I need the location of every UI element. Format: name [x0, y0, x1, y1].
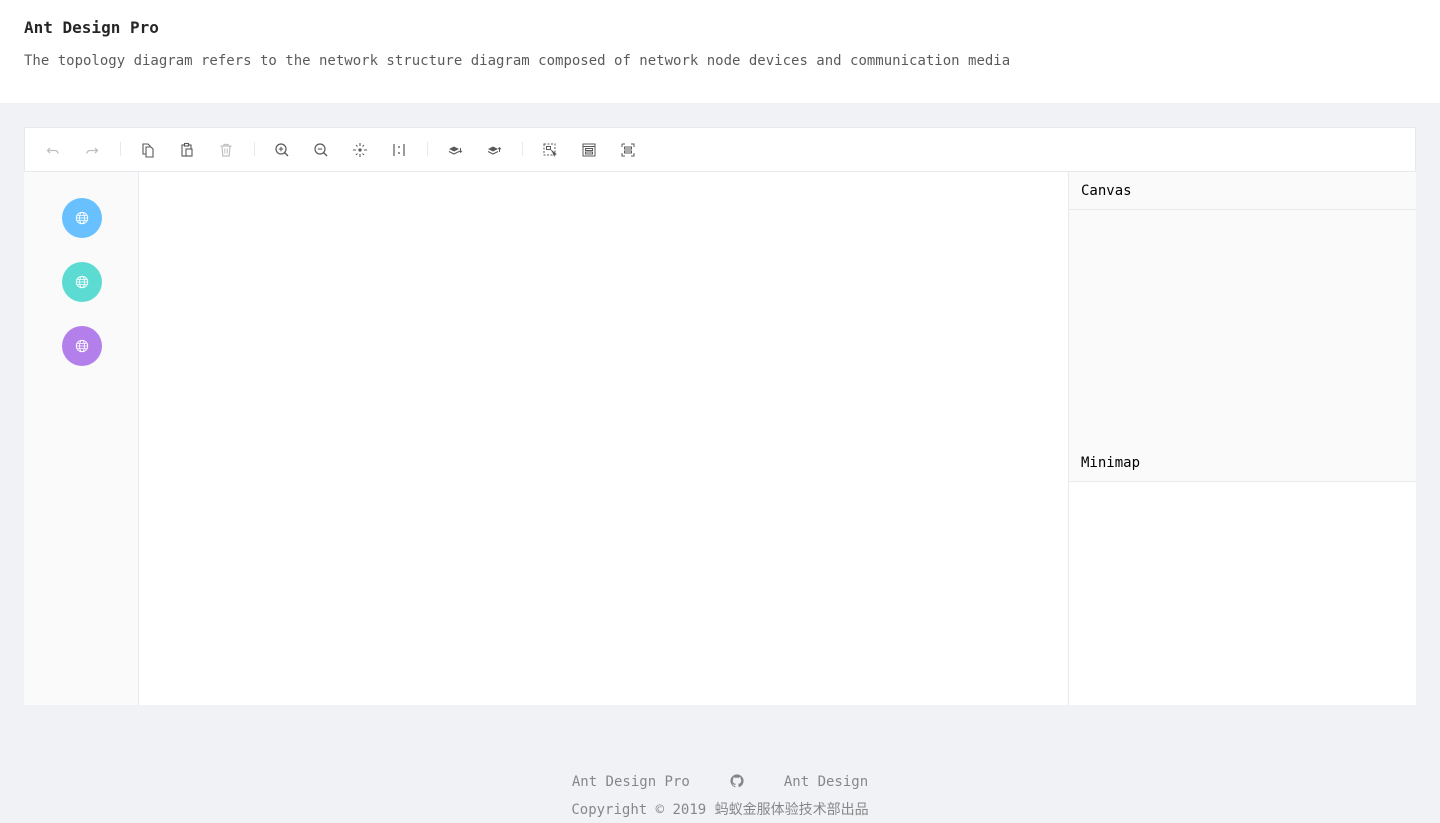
- delete-icon[interactable]: [215, 139, 237, 161]
- footer-link-ant-design[interactable]: Ant Design: [784, 774, 868, 790]
- copy-icon[interactable]: [137, 139, 159, 161]
- auto-fit-icon[interactable]: [349, 139, 371, 161]
- github-icon[interactable]: [730, 774, 744, 790]
- item-panel: [24, 172, 139, 705]
- toolbar-divider: [427, 142, 428, 156]
- globe-icon: [75, 211, 89, 225]
- add-group-icon[interactable]: [578, 139, 600, 161]
- network-node-purple[interactable]: [62, 326, 102, 366]
- page-description: The topology diagram refers to the netwo…: [24, 53, 1011, 69]
- globe-icon: [75, 275, 89, 289]
- toolbar: [24, 127, 1416, 172]
- minimap[interactable]: [1069, 482, 1416, 705]
- multi-select-icon[interactable]: [539, 139, 561, 161]
- paste-icon[interactable]: [176, 139, 198, 161]
- zoom-in-icon[interactable]: [271, 139, 293, 161]
- detail-panel: Canvas Minimap: [1068, 172, 1416, 705]
- globe-icon: [75, 339, 89, 353]
- network-node-blue[interactable]: [62, 198, 102, 238]
- ungroup-icon[interactable]: [617, 139, 639, 161]
- undo-icon[interactable]: [42, 139, 64, 161]
- canvas-detail-body: [1069, 210, 1416, 444]
- actual-size-icon[interactable]: [388, 139, 410, 161]
- minimap-panel-title: Minimap: [1069, 444, 1416, 482]
- to-back-icon[interactable]: [444, 139, 466, 161]
- copyright: Copyright © 2019 蚂蚁金服体验技术部出品: [571, 802, 869, 818]
- toolbar-divider: [522, 142, 523, 156]
- to-front-icon[interactable]: [483, 139, 505, 161]
- toolbar-divider: [120, 142, 121, 156]
- footer-link-ant-design-pro[interactable]: Ant Design Pro: [572, 774, 690, 790]
- page-title: Ant Design Pro: [24, 18, 159, 37]
- zoom-out-icon[interactable]: [310, 139, 332, 161]
- footer-links: Ant Design Pro Ant Design: [0, 770, 1440, 794]
- page-header: Ant Design Pro The topology diagram refe…: [0, 0, 1440, 103]
- canvas-panel-title: Canvas: [1069, 172, 1416, 210]
- flow-editor: Canvas Minimap: [24, 127, 1416, 705]
- toolbar-divider: [254, 142, 255, 156]
- footer: Ant Design Pro Ant Design Copyright © 20…: [0, 770, 1440, 820]
- graph-canvas[interactable]: [140, 172, 1068, 700]
- redo-icon[interactable]: [81, 139, 103, 161]
- network-node-cyan[interactable]: [62, 262, 102, 302]
